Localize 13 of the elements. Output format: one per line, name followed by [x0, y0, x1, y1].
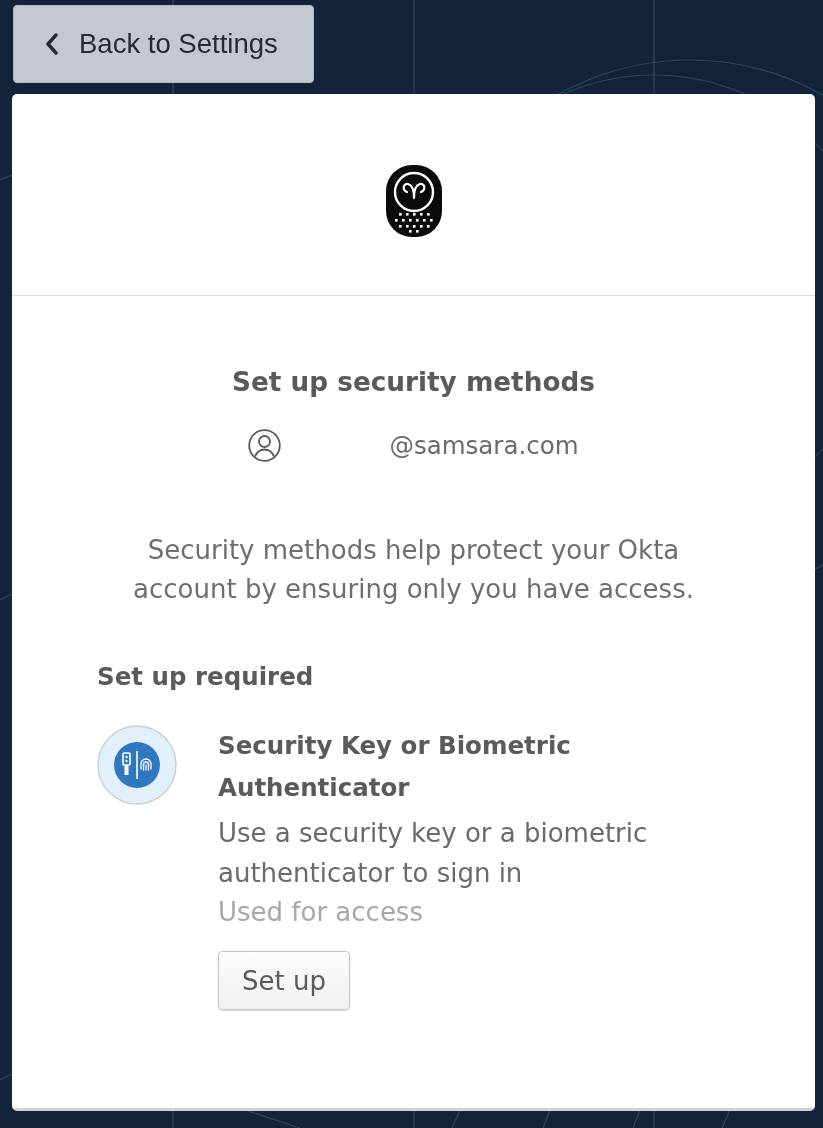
method-description: Use a security key or a biometric authenticator to sign in — [218, 817, 649, 890]
set-up-button[interactable]: Set up — [218, 951, 350, 1010]
security-key-fingerprint-icon — [97, 725, 177, 805]
section-heading: Set up required — [97, 662, 315, 692]
method-title: Security Key or Biometric Authenticator — [218, 730, 572, 804]
description-text: Security methods help protect your Okta account by ensuring only you have access. — [132, 534, 695, 606]
chevron-left-icon — [45, 33, 59, 55]
owl-logo-icon — [385, 164, 442, 237]
user-icon — [248, 428, 282, 462]
page-title: Set up security methods — [231, 366, 596, 398]
user-email: @samsara.com — [389, 430, 579, 460]
back-button[interactable]: Back to Settings — [13, 5, 314, 83]
method-usage-note: Used for access — [218, 896, 424, 929]
